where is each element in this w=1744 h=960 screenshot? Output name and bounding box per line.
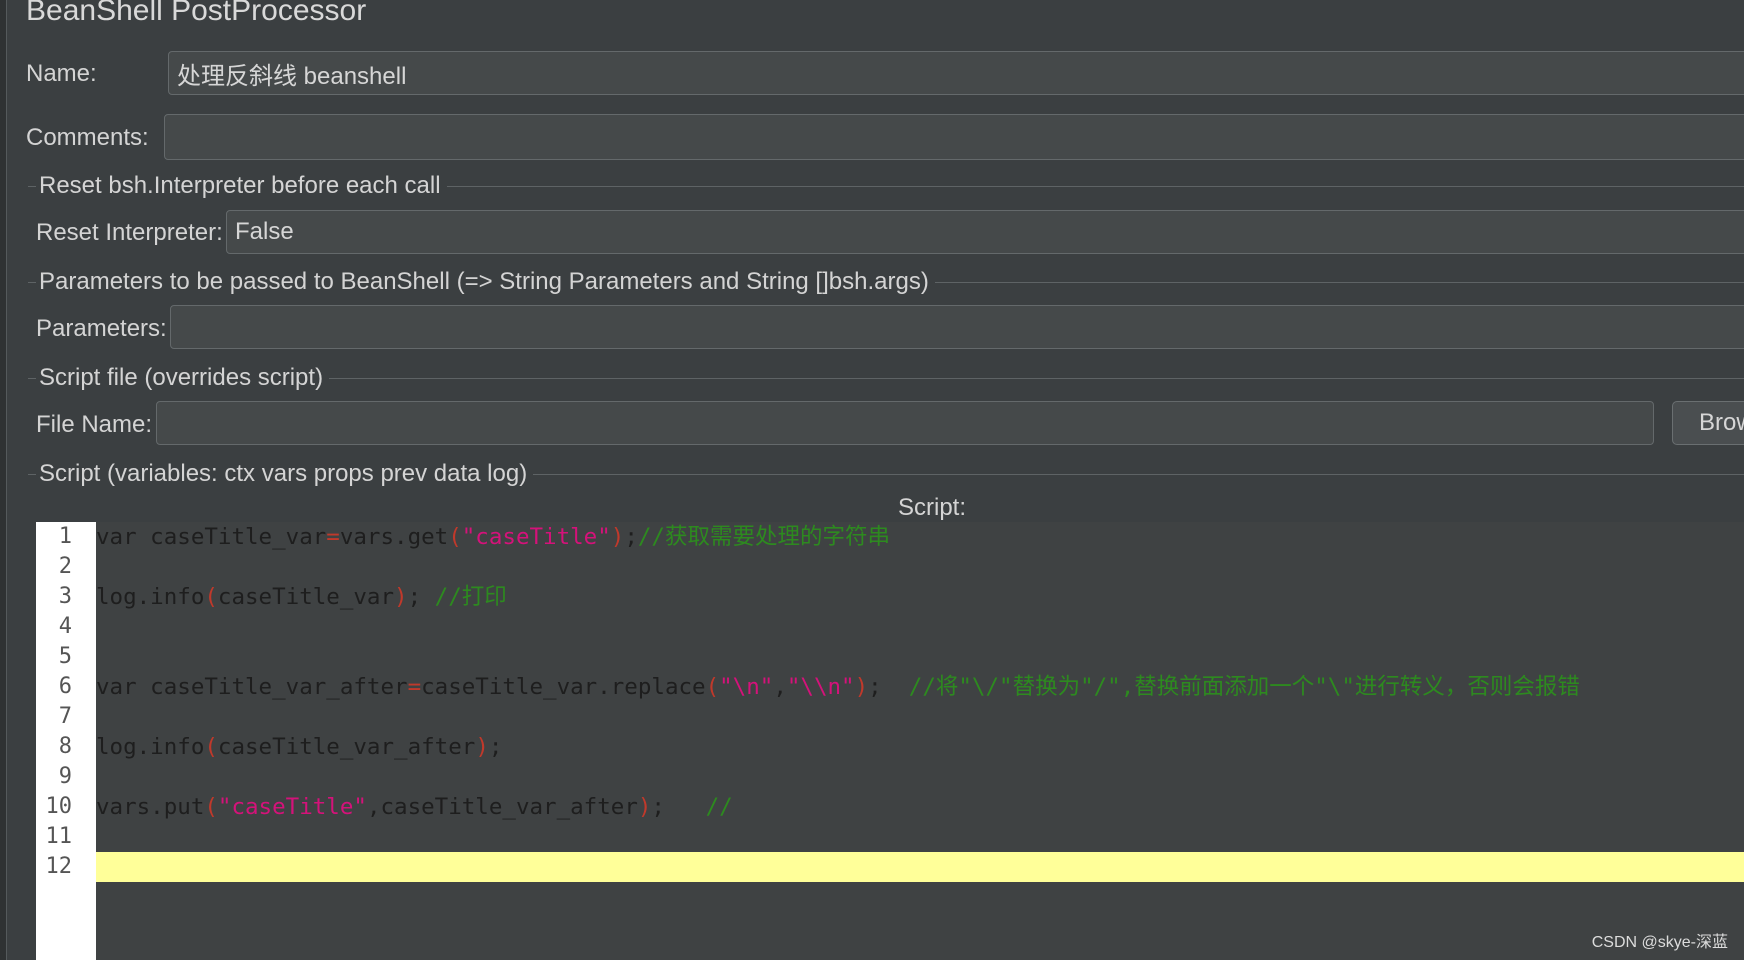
line-number: 6 [58,674,72,699]
params-section-title: Parameters to be passed to BeanShell (=>… [39,268,929,295]
line-number: 4 [58,614,72,639]
left-border-strip [0,0,7,960]
code-line: var caseTitle_var=vars.get("caseTitle");… [96,522,890,552]
code-token: // [705,794,733,820]
browse-button-label: Browse... [1699,409,1744,436]
script-section-heading: Script (variables: ctx vars props prev d… [28,459,1744,489]
parameters-input[interactable] [170,305,1744,349]
code-token: vars.put [96,794,205,820]
file-section-title: Script file (overrides script) [39,364,324,391]
comments-label: Comments: [26,124,149,151]
line-number: 9 [58,764,72,789]
code-token: "\n" [719,674,774,700]
code-token: ( [204,734,218,760]
line-number: 11 [45,824,73,849]
line-number: 3 [58,584,72,609]
comments-input[interactable] [164,114,1744,160]
code-line: log.info(caseTitle_var); //打印 [96,582,507,612]
code-token: = [326,524,340,550]
code-token: var caseTitle_var [96,524,327,550]
reset-section-title: Reset bsh.Interpreter before each call [39,172,441,199]
code-token: "caseTitle" [461,524,611,550]
watermark: CSDN @skye-深蓝 [1591,934,1728,951]
name-input[interactable]: 处理反斜线 beanshell [168,51,1744,95]
code-token: ( [204,794,218,820]
code-token: ; [488,734,503,760]
file-name-input[interactable] [156,401,1654,445]
code-token: ; [407,584,435,610]
code-token: ) [637,794,652,820]
code-token: ,caseTitle_var_after [366,794,638,820]
code-token: //将"\/"替换为"/",替换前面添加一个"\"进行转义，否则会报错 [908,674,1580,700]
name-label: Name: [26,60,97,87]
code-token: log.info [96,734,205,760]
code-token: caseTitle_var.replace [421,674,706,700]
browse-button[interactable]: Browse... [1672,401,1744,445]
code-token: "caseTitle" [217,794,367,820]
reset-section-heading: Reset bsh.Interpreter before each call [28,171,1744,201]
script-section-title: Script (variables: ctx vars props prev d… [39,460,528,487]
script-editor[interactable]: var caseTitle_var=vars.get("caseTitle");… [96,522,1744,960]
file-name-label: File Name: [36,411,153,438]
name-input-value: 处理反斜线 beanshell [177,62,407,90]
code-token: var caseTitle_var_after [96,674,408,700]
code-token: ) [475,734,489,760]
code-token: ) [394,584,408,610]
code-token: log.info [96,584,205,610]
parameters-label: Parameters: [36,315,167,342]
line-number: 5 [58,644,72,669]
code-token: , [773,674,787,700]
file-section-heading: Script file (overrides script) [28,363,1744,393]
code-token: ( [448,524,462,550]
params-section-heading: Parameters to be passed to BeanShell (=>… [28,267,1744,297]
line-number: 12 [45,854,73,879]
code-token: "\\n" [786,674,855,700]
panel-title: BeanShell PostProcessor [26,0,367,27]
code-token: ) [610,524,625,550]
script-editor-title: Script: [898,494,967,521]
line-number: 2 [58,554,72,579]
code-line: log.info(caseTitle_var_after); [96,732,502,762]
code-token: //打印 [434,584,507,610]
code-line: vars.put("caseTitle",caseTitle_var_after… [96,792,733,822]
code-line: var caseTitle_var_after=caseTitle_var.re… [96,672,1580,702]
code-token: ( [204,584,218,610]
line-number: 8 [58,734,72,759]
code-token: vars.get [339,524,449,550]
line-number: 10 [45,794,73,819]
code-token: ; [624,524,638,550]
code-token: ; [651,794,706,820]
code-token: = [407,674,422,700]
reset-interpreter-label: Reset Interpreter: [36,219,223,246]
code-token: //获取需要处理的字符串 [637,524,890,550]
code-token: ; [868,674,909,700]
line-number: 7 [58,704,72,729]
reset-interpreter-value: False [235,218,294,245]
line-number-gutter: 1 2 3 4 5 6 7 8 9 10 11 12 [36,522,96,960]
code-token: caseTitle_var_after [217,734,476,760]
code-token: caseTitle_var [217,584,395,610]
code-token: ) [854,674,869,700]
reset-interpreter-select[interactable]: False [226,210,1744,254]
current-line-highlight [96,852,1744,882]
line-number: 1 [58,524,72,549]
code-token: ( [705,674,720,700]
